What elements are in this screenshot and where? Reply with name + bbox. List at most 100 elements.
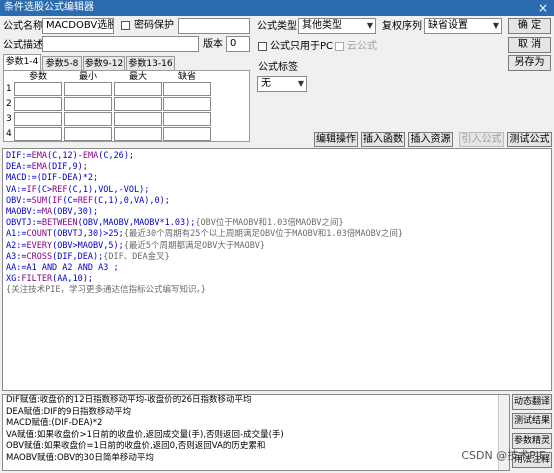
test-formula-button[interactable]: 测试公式	[507, 132, 552, 147]
param-name-input[interactable]	[14, 82, 62, 96]
formula-editor[interactable]: DIF:=EMA(C,12)-EMA(C,26); DEA:=EMA(DIF,9)…	[2, 148, 552, 391]
password-checkbox[interactable]	[121, 21, 130, 30]
param-max-input[interactable]	[114, 97, 162, 111]
param-min-input[interactable]	[64, 112, 112, 126]
order-select[interactable]: 缺省设置 ▼	[424, 18, 502, 34]
version-input[interactable]: 0	[226, 36, 250, 52]
code-line[interactable]: OBVTJ:=BETWEEN(OBV,MAOBV,MAOBV*1.03);{OB…	[6, 218, 551, 229]
code-token: EMA	[31, 151, 47, 161]
tag-select[interactable]: 无 ▼	[257, 76, 307, 92]
code-token: 26	[113, 151, 124, 161]
code-token: (C,	[93, 195, 109, 206]
code-token: DIF:=	[6, 151, 32, 161]
code-line[interactable]: OBV:=SUM(IF(C=REF(C,1),0,VA),0);	[6, 196, 551, 207]
tab-params-1-4[interactable]: 参数1-4	[3, 54, 41, 70]
code-token: (OBV>MAOBV,	[52, 240, 109, 251]
insert-resource-button[interactable]: 插入资源	[408, 132, 453, 147]
type-select[interactable]: 其他类型 ▼	[298, 18, 376, 34]
help-line: DEA赋值:DIF的9日指数移动平均	[6, 406, 131, 417]
code-token: EMA	[31, 162, 47, 173]
code-token: AA:=A1 AND A2 AND A3 ;	[6, 262, 119, 273]
chevron-down-icon: ▼	[492, 21, 499, 30]
code-line[interactable]: AA:=A1 AND A2 AND A3 ;	[6, 263, 551, 274]
code-token: (DIF,DEA);	[52, 251, 104, 262]
version-label: 版本	[203, 39, 223, 50]
code-token: {OBV位于MAOBV和1.03倍MAOBV之间}	[195, 218, 344, 229]
param-name-input[interactable]	[14, 97, 62, 111]
code-token: );	[139, 184, 150, 195]
param-default-input[interactable]	[163, 127, 211, 141]
param-max-input[interactable]	[114, 82, 162, 96]
chevron-down-icon: ▼	[297, 79, 304, 88]
help-pane: DIF赋值:收盘价的12日指数移动平均-收盘价的26日指数移动平均 DEA赋值:…	[2, 394, 510, 471]
param-default-input[interactable]	[163, 82, 211, 96]
code-token: MA	[41, 206, 53, 217]
formula-code[interactable]: DIF:=EMA(C,12)-EMA(C,26); DEA:=EMA(DIF,9)…	[3, 149, 551, 296]
dynamic-translate-button[interactable]: 动态翻译	[512, 394, 552, 410]
code-line[interactable]: XG:FILTER(AA,10);	[6, 274, 551, 285]
import-formula-button[interactable]: 引入公式	[459, 132, 504, 147]
param-row-number: 1	[6, 84, 12, 94]
order-value: 缺省设置	[428, 20, 468, 31]
password-input[interactable]	[178, 18, 250, 34]
order-label: 复权序列	[382, 21, 422, 32]
code-line[interactable]: MACD:=(DIF-DEA)*2;	[6, 173, 551, 184]
code-token: );	[123, 151, 135, 161]
code-token: REF	[77, 195, 94, 206]
cancel-button[interactable]: 取 消	[508, 37, 551, 53]
test-result-button[interactable]: 测试结果	[512, 413, 552, 429]
code-line[interactable]: A1:=COUNT(OBVTJ,30)>25;{最近30个周期有25个以上周期满…	[6, 229, 551, 240]
pc-only-checkbox[interactable]	[258, 42, 267, 51]
code-token: EVERY	[26, 240, 53, 251]
code-line[interactable]: A3:=CROSS(DIF,DEA);{DIF、DEA金叉}	[6, 252, 551, 263]
code-token: ,VA),	[128, 195, 155, 206]
insert-function-button[interactable]: 插入函数	[361, 132, 405, 147]
code-line[interactable]: DEA:=EMA(DIF,9);	[6, 162, 551, 173]
code-line[interactable]: DIF:=EMA(C,12)-EMA(C,26);	[6, 151, 551, 162]
code-token: CROSS	[26, 251, 53, 262]
chevron-down-icon: ▼	[366, 21, 373, 30]
help-line: MACD赋值:(DIF-DEA)*2	[6, 418, 103, 428]
save-as-button[interactable]: 另存为	[508, 55, 551, 71]
code-token: (OBV,	[52, 206, 78, 217]
desc-input[interactable]	[42, 36, 199, 52]
type-value: 其他类型	[302, 20, 342, 31]
code-token: (DIF,	[46, 162, 73, 173]
cloud-checkbox[interactable]	[335, 42, 344, 51]
code-token: COUNT	[26, 229, 53, 240]
code-token: (OBV,MAOBV,MAOBV*	[77, 218, 165, 229]
code-line[interactable]: VA:=IF(C>REF(C,1),VOL,-VOL);	[6, 185, 551, 196]
tab-params-13-16[interactable]: 参数13-16	[126, 56, 175, 70]
watermark: CSDN @技术PIE	[461, 449, 546, 462]
param-name-input[interactable]	[14, 127, 62, 141]
ok-button[interactable]: 确 定	[508, 18, 551, 34]
code-token: 10	[72, 274, 83, 285]
desc-label: 公式描述	[3, 40, 43, 51]
code-token: VOL	[123, 184, 140, 195]
code-token: OBV:=	[6, 195, 32, 206]
param-name-input[interactable]	[14, 112, 62, 126]
param-default-input[interactable]	[163, 112, 211, 126]
param-default-input[interactable]	[163, 97, 211, 111]
tab-params-9-12[interactable]: 参数9-12	[83, 56, 125, 70]
code-line[interactable]: A2:=EVERY(OBV>MAOBV,5);{最近5个周期都满足OBV大于MA…	[6, 241, 551, 252]
code-line[interactable]: {关注技术PIE，学习更多通达信指标公式编写知识。}	[6, 285, 551, 296]
code-token: ),	[87, 184, 99, 195]
param-row-number: 4	[6, 129, 12, 139]
close-icon[interactable]: ×	[538, 0, 548, 16]
formula-name-input[interactable]: MACDOBV选股	[42, 18, 114, 34]
param-min-input[interactable]	[64, 97, 112, 111]
tab-params-5-8[interactable]: 参数5-8	[42, 56, 82, 70]
code-token: OBVTJ:=	[6, 218, 42, 229]
param-max-input[interactable]	[114, 112, 162, 126]
code-token: A1:=	[6, 229, 27, 240]
code-token: {DIF、DEA金叉}	[103, 251, 170, 262]
param-max-input[interactable]	[114, 127, 162, 141]
code-token: SUM	[31, 195, 47, 206]
code-token: REF	[52, 184, 68, 195]
param-min-input[interactable]	[64, 82, 112, 96]
edit-ops-button[interactable]: 编辑操作	[314, 132, 358, 147]
code-line[interactable]: MAOBV:=MA(OBV,30);	[6, 207, 551, 218]
param-min-input[interactable]	[64, 127, 112, 141]
type-label: 公式类型	[257, 21, 297, 32]
